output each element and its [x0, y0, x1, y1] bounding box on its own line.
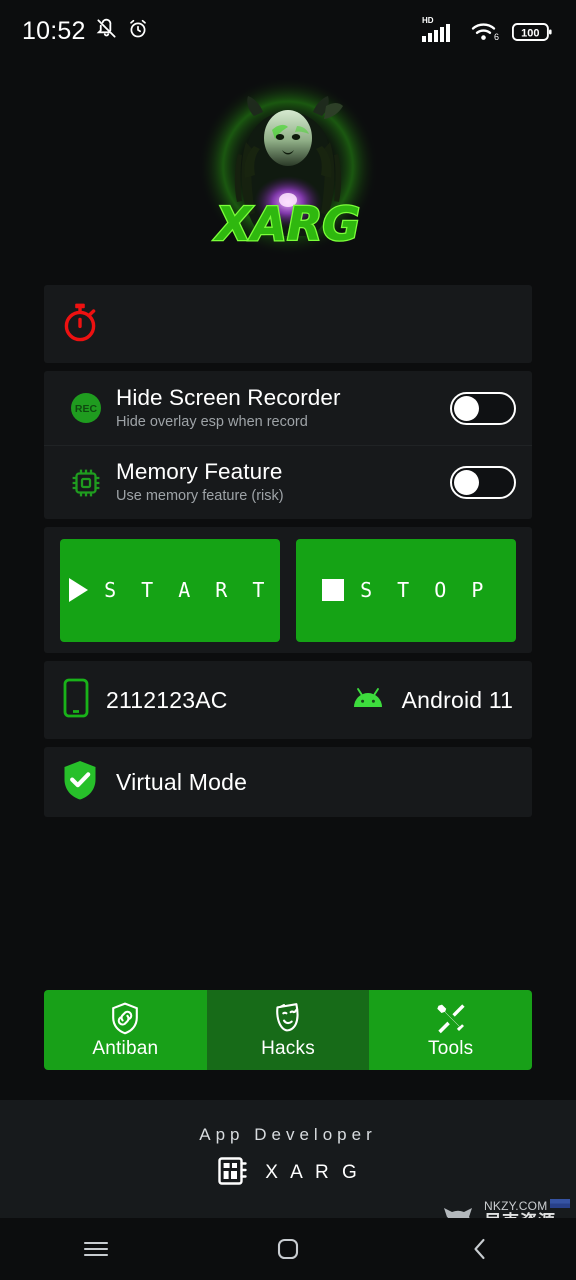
switch-knob: [454, 395, 479, 421]
mute-icon: [95, 17, 118, 45]
device-model-cell: 2112123AC: [60, 677, 228, 724]
stop-button[interactable]: S T O P: [296, 538, 516, 642]
nav-label-antiban: Antiban: [92, 1037, 159, 1059]
watermark-site: NKZY.COM: [484, 1199, 572, 1213]
action-buttons-card: S T A R T S T O P: [44, 527, 532, 653]
theater-mask-icon: [272, 1001, 304, 1035]
rec-badge-icon: REC: [60, 389, 112, 427]
status-bar: 10:52 HD 6 100: [0, 0, 576, 62]
toggle-text-group: Memory Feature Use memory feature (risk): [112, 459, 450, 505]
svg-text:100: 100: [521, 27, 539, 39]
toggle-subtitle: Hide overlay esp when record: [116, 413, 308, 430]
toggle-title: Memory Feature: [116, 459, 283, 485]
phone-icon: [60, 677, 92, 724]
bottom-navigation: Antiban Hacks Tools: [44, 990, 532, 1070]
xarg-logo: XARG: [198, 79, 378, 260]
battery-icon: 100: [511, 20, 554, 49]
toggle-title: Hide Screen Recorder: [116, 384, 341, 410]
nav-button-hacks[interactable]: Hacks: [206, 990, 370, 1070]
footer-developer-name: X A R G: [265, 1162, 361, 1183]
svg-text:HD: HD: [422, 16, 434, 25]
system-navigation-bar: [0, 1218, 576, 1280]
stopwatch-icon: [60, 300, 100, 349]
footer-developer: X A R G: [215, 1153, 361, 1194]
nav-label-hacks: Hacks: [261, 1037, 315, 1059]
home-icon[interactable]: [253, 1224, 323, 1274]
status-bar-clock: 10:52: [22, 16, 86, 45]
toggle-subtitle: Use memory feature (risk): [116, 488, 284, 505]
device-os-cell: Android 11: [348, 685, 514, 716]
logo-wordmark: XARG: [213, 197, 360, 251]
alarm-icon: [127, 18, 149, 45]
android-icon: [348, 685, 388, 716]
chip-grid-icon: [215, 1153, 251, 1194]
recents-icon[interactable]: [61, 1224, 131, 1274]
toggle-row-memory-feature[interactable]: Memory Feature Use memory feature (risk): [44, 445, 532, 519]
status-bar-left: 10:52: [22, 17, 149, 46]
nav-button-antiban[interactable]: Antiban: [44, 990, 207, 1070]
feature-toggles-card: REC Hide Screen Recorder Hide overlay es…: [44, 371, 532, 519]
stop-button-label: S T O P: [360, 578, 490, 602]
hide-screen-recorder-switch[interactable]: [450, 391, 516, 425]
back-icon[interactable]: [445, 1224, 515, 1274]
memory-chip-icon: [60, 465, 112, 501]
shield-check-icon: [60, 758, 100, 807]
start-button[interactable]: S T A R T: [60, 538, 280, 642]
flag-badge: [550, 1199, 571, 1209]
svg-text:REC: REC: [75, 403, 98, 415]
timer-card[interactable]: [44, 285, 532, 363]
app-screen: 10:52 HD 6 100 XARG REC Hide Screen Reco…: [0, 0, 576, 1280]
svg-text:6: 6: [494, 32, 499, 42]
wrench-screwdriver-icon: [434, 1001, 468, 1035]
virtual-mode-label: Virtual Mode: [116, 768, 248, 795]
footer-title: App Developer: [199, 1124, 377, 1144]
device-info-card: 2112123AC Android 11: [44, 661, 532, 739]
device-model: 2112123AC: [106, 686, 228, 713]
shield-link-icon: [109, 1001, 141, 1035]
memory-feature-switch[interactable]: [450, 466, 516, 499]
wifi-icon: 6: [471, 18, 501, 49]
device-os-version: Android 11: [401, 686, 514, 713]
switch-knob: [454, 470, 479, 495]
play-icon: [69, 578, 89, 602]
toggle-text-group: Hide Screen Recorder Hide overlay esp wh…: [112, 385, 450, 431]
app-logo-container: XARG: [0, 72, 576, 267]
stop-square-icon: [322, 579, 345, 601]
status-bar-right: HD 6 100: [422, 14, 554, 49]
virtual-mode-card[interactable]: Virtual Mode: [44, 747, 532, 817]
start-button-label: S T A R T: [104, 578, 271, 602]
nav-button-tools[interactable]: Tools: [369, 990, 532, 1070]
nav-label-tools: Tools: [428, 1037, 474, 1059]
toggle-row-hide-screen-recorder[interactable]: REC Hide Screen Recorder Hide overlay es…: [44, 371, 532, 445]
signal-bars-icon: HD: [422, 14, 460, 49]
